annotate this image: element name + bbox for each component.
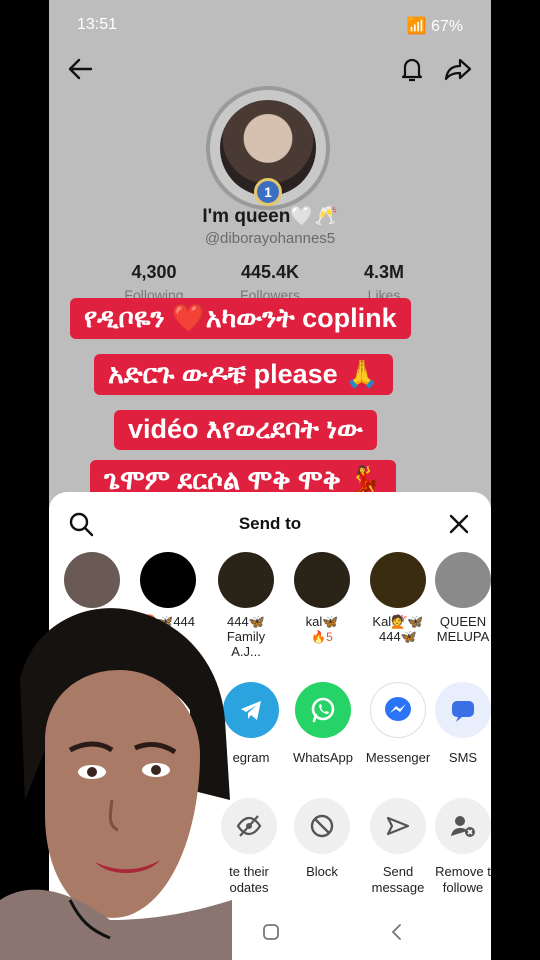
contact-name: Kal💇🦋 444🦋 — [372, 614, 424, 644]
caption-line-3: vidéo እየወረደባት ነው — [114, 410, 377, 450]
avatar — [435, 552, 491, 608]
send-icon — [370, 798, 426, 854]
share-sms[interactable]: SMS — [435, 682, 491, 765]
share-label: WhatsApp — [293, 750, 353, 765]
action-send-message[interactable]: Send message — [358, 798, 438, 896]
block-icon — [294, 798, 350, 854]
contact-item[interactable]: Kal💇🦋 444🦋 — [363, 552, 433, 644]
action-remove-follower[interactable]: Remove t followe — [435, 798, 491, 896]
battery-level: 67% — [430, 18, 463, 35]
action-label: Send message — [371, 864, 425, 895]
remove-follower-icon — [435, 798, 491, 854]
stat-following[interactable]: 4,300 Following — [99, 262, 209, 303]
back-arrow-icon[interactable] — [65, 54, 95, 84]
share-label: Messenger — [365, 750, 431, 765]
sheet-title: Send to — [238, 514, 302, 533]
stat-value: 4.3M — [363, 262, 405, 282]
sms-icon — [435, 682, 491, 738]
action-label: Remove t followe — [435, 864, 491, 895]
action-label: Block — [306, 864, 338, 879]
bell-icon[interactable] — [397, 54, 427, 84]
profile-handle: @diborayohannes5 — [204, 230, 336, 247]
stat-value: 445.4K — [240, 262, 300, 282]
profile-name: I'm queen🤍🥂 — [202, 206, 338, 227]
messenger-icon — [370, 682, 426, 738]
share-whatsapp[interactable]: WhatsApp — [283, 682, 363, 765]
profile-avatar[interactable]: 1 — [206, 86, 330, 210]
caption-line-1: የዲቦዬን ❤️አካውንት coplink — [70, 298, 411, 339]
stat-followers[interactable]: 445.4K Followers — [215, 262, 325, 303]
status-bar: 13:51 📶 67% — [49, 0, 491, 48]
share-label: SMS — [448, 750, 478, 765]
share-messenger[interactable]: Messenger — [358, 682, 438, 765]
stat-likes[interactable]: 4.3M Likes — [329, 262, 439, 303]
webcam-overlay — [0, 600, 232, 960]
share-arrow-icon[interactable] — [443, 54, 473, 84]
status-time: 13:51 — [77, 16, 118, 33]
contact-name: kal🦋 — [305, 614, 339, 629]
avatar — [370, 552, 426, 608]
status-right: 📶 67% — [407, 16, 463, 36]
contact-item[interactable]: QUEEN MELUPA — [435, 552, 491, 644]
avatar — [294, 552, 350, 608]
whatsapp-icon — [295, 682, 351, 738]
contact-name: QUEEN MELUPA — [436, 614, 490, 644]
streamer-face-image — [0, 608, 232, 960]
close-icon[interactable] — [447, 512, 471, 536]
signal-icon: 📶 — [406, 18, 427, 35]
rank-badge: 1 — [254, 178, 282, 206]
caption-line-2: አድርጉ ውዶቼ please 🙏 — [94, 354, 393, 395]
stat-value: 4,300 — [131, 262, 177, 282]
streak-count: 🔥5 — [311, 630, 333, 644]
home-button-icon[interactable] — [261, 922, 281, 942]
back-button-icon[interactable] — [387, 922, 407, 942]
action-block[interactable]: Block — [282, 798, 362, 880]
contact-item[interactable]: kal🦋 🔥5 — [287, 552, 357, 644]
